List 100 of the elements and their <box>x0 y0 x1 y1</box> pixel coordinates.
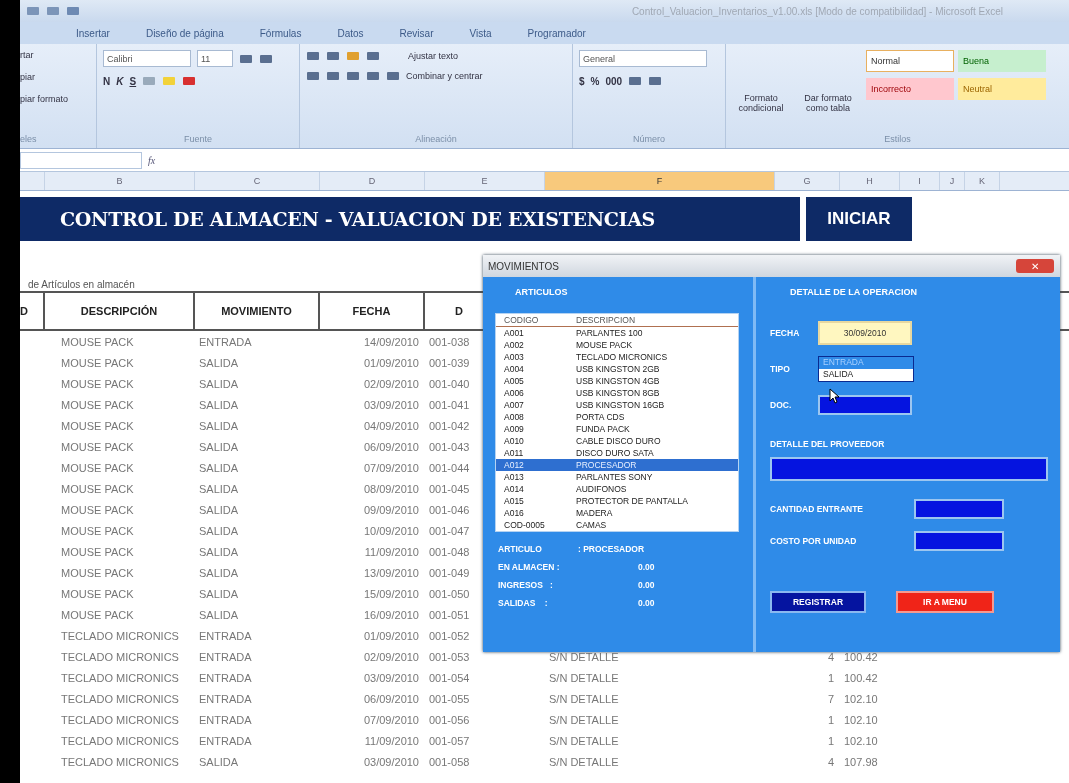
table-cell-text: S/N DETALLE <box>549 754 619 770</box>
table-cell-text: 11/09/2010 <box>364 544 419 560</box>
table-cell-text: SALIDA <box>199 460 239 476</box>
ribbon-tab[interactable]: Datos <box>337 27 364 39</box>
table-cell-text: ENTRADA <box>199 670 252 686</box>
clipboard-button[interactable]: piar <box>20 72 90 82</box>
table-cell-text: 07/09/2010 <box>363 460 419 476</box>
table-cell-text: TECLADO MICRONICS <box>61 670 179 686</box>
column-header[interactable]: I <box>900 172 940 190</box>
cell-style[interactable]: Neutral <box>958 78 1046 100</box>
font-name-field[interactable]: Calibri <box>103 50 191 67</box>
cell-style[interactable]: Incorrecto <box>866 78 954 100</box>
table-cell-text: 001-049 <box>429 565 470 581</box>
ribbon-tab[interactable]: Programador <box>527 27 586 39</box>
conditional-format-button[interactable]: Formato condicional <box>732 50 790 134</box>
font-size-field[interactable]: 11 <box>197 50 233 67</box>
list-item[interactable]: A012 PROCESADOR <box>496 459 738 471</box>
italic-button[interactable]: K <box>116 75 124 87</box>
cell-style[interactable]: Normal <box>866 50 954 72</box>
table-cell-text: TECLADO MICRONICS <box>61 733 179 749</box>
table-cell-text: 001-054 <box>429 670 470 686</box>
field-label: COSTO POR UNIDAD <box>770 536 858 546</box>
list-item[interactable]: A010 CABLE DISCO DURO <box>496 435 738 447</box>
list-item[interactable]: A008 PORTA CDS <box>496 411 738 423</box>
stat-label: SALIDAS : <box>498 598 549 608</box>
underline-button[interactable]: S <box>129 75 137 87</box>
wrap-text-button[interactable]: Ajustar texto <box>408 51 459 61</box>
input-field[interactable] <box>818 395 912 415</box>
date-field[interactable]: 30/09/2010 <box>818 321 912 345</box>
ribbon-tab[interactable]: Diseño de página <box>145 27 224 39</box>
table-cell-text: 03/09/2010 <box>363 397 419 413</box>
list-item[interactable]: A015 PROTECTOR DE PANTALLA <box>496 495 738 507</box>
table-cell-text: 001-046 <box>429 502 470 518</box>
format-table-button[interactable]: Dar formato como tabla <box>798 50 858 134</box>
pointer-icon <box>829 388 841 404</box>
clipboard-button[interactable]: rtar <box>20 50 90 60</box>
list-item[interactable]: A002 MOUSE PACK <box>496 339 738 351</box>
register-button[interactable]: REGISTRAR <box>770 591 866 613</box>
input-field[interactable] <box>914 499 1004 519</box>
table-cell-text: SALIDA <box>199 418 239 434</box>
table-cell-text: SALIDA <box>199 481 239 497</box>
dropdown-option[interactable]: SALIDA <box>819 369 913 381</box>
list-item[interactable]: A014 AUDIFONOS <box>496 483 738 495</box>
table-cell-text: 4 <box>827 754 834 770</box>
column-header[interactable]: G <box>775 172 840 190</box>
list-item[interactable]: A013 PARLANTES SONY <box>496 471 738 483</box>
table-cell-text: 02/09/2010 <box>363 376 419 392</box>
list-item[interactable]: A009 FUNDA PACK <box>496 423 738 435</box>
column-header[interactable]: H <box>840 172 900 190</box>
list-item[interactable]: A011 DISCO DURO SATA <box>496 447 738 459</box>
table-cell-text: SALIDA <box>199 565 239 581</box>
table-cell-text: 11/09/2010 <box>364 733 419 749</box>
stat-value: 0.00 <box>637 562 656 572</box>
table-cell-text: 13/09/2010 <box>363 565 419 581</box>
table-cell-text: 001-050 <box>429 586 470 602</box>
table-cell-text: 03/09/2010 <box>363 754 419 770</box>
list-item[interactable]: COD-0005 CAMAS <box>496 519 738 531</box>
column-header[interactable]: J <box>940 172 965 190</box>
table-cell-text: ENTRADA <box>199 649 252 665</box>
start-button[interactable]: INICIAR <box>806 197 912 241</box>
ribbon-tab[interactable]: Revisar <box>399 27 434 39</box>
list-item[interactable]: A005 USB KINGSTON 4GB <box>496 375 738 387</box>
list-item[interactable]: A007 USB KINGSTON 16GB <box>496 399 738 411</box>
table-cell-text: 001-048 <box>429 544 470 560</box>
thousands-button[interactable]: 000 <box>605 75 623 87</box>
list-item[interactable]: A003 TECLADO MICRONICS <box>496 351 738 363</box>
list-item[interactable]: A004 USB KINGSTON 2GB <box>496 363 738 375</box>
table-cell-text: SALIDA <box>199 355 239 371</box>
ribbon-tab[interactable]: Fórmulas <box>259 27 302 39</box>
currency-button[interactable]: $ <box>579 75 585 87</box>
ribbon-tab[interactable]: Insertar <box>76 27 110 39</box>
merge-center-button[interactable]: Combinar y centrar <box>406 71 483 81</box>
column-header[interactable]: D <box>320 172 425 190</box>
input-field[interactable] <box>914 531 1004 551</box>
dialog-title: MOVIMIENTOS <box>488 260 559 272</box>
percent-button[interactable]: % <box>590 75 600 87</box>
cell-style[interactable]: Buena <box>958 50 1046 72</box>
bold-button[interactable]: N <box>103 75 111 87</box>
column-header[interactable]: B <box>45 172 195 190</box>
table-cell-text: 03/09/2010 <box>363 670 419 686</box>
list-item[interactable]: A001 PARLANTES 100 <box>496 327 738 339</box>
close-button[interactable]: ✕ <box>1016 259 1054 273</box>
list-item[interactable]: A006 USB KINGSTON 8GB <box>496 387 738 399</box>
table-cell-text: ENTRADA <box>199 628 252 644</box>
input-field[interactable] <box>770 457 1048 481</box>
stat-label: EN ALMACEN : <box>498 562 561 572</box>
ribbon-tab[interactable]: Vista <box>469 27 492 39</box>
number-format-field[interactable]: General <box>579 50 707 67</box>
menu-button[interactable]: IR A MENU <box>896 591 994 613</box>
stat-value: : PROCESADOR <box>578 544 646 554</box>
function-button[interactable]: fx <box>148 154 156 166</box>
clipboard-button[interactable]: piar formato <box>20 94 90 104</box>
column-header[interactable]: F <box>545 172 775 190</box>
type-dropdown-list[interactable]: ENTRADA SALIDA <box>818 356 914 382</box>
column-header[interactable]: C <box>195 172 320 190</box>
column-header[interactable]: K <box>965 172 1000 190</box>
list-item[interactable]: A016 MADERA <box>496 507 738 519</box>
stat-label: INGRESOS : <box>498 580 554 590</box>
article-list[interactable] <box>495 313 739 532</box>
group-label: Número <box>632 134 666 146</box>
